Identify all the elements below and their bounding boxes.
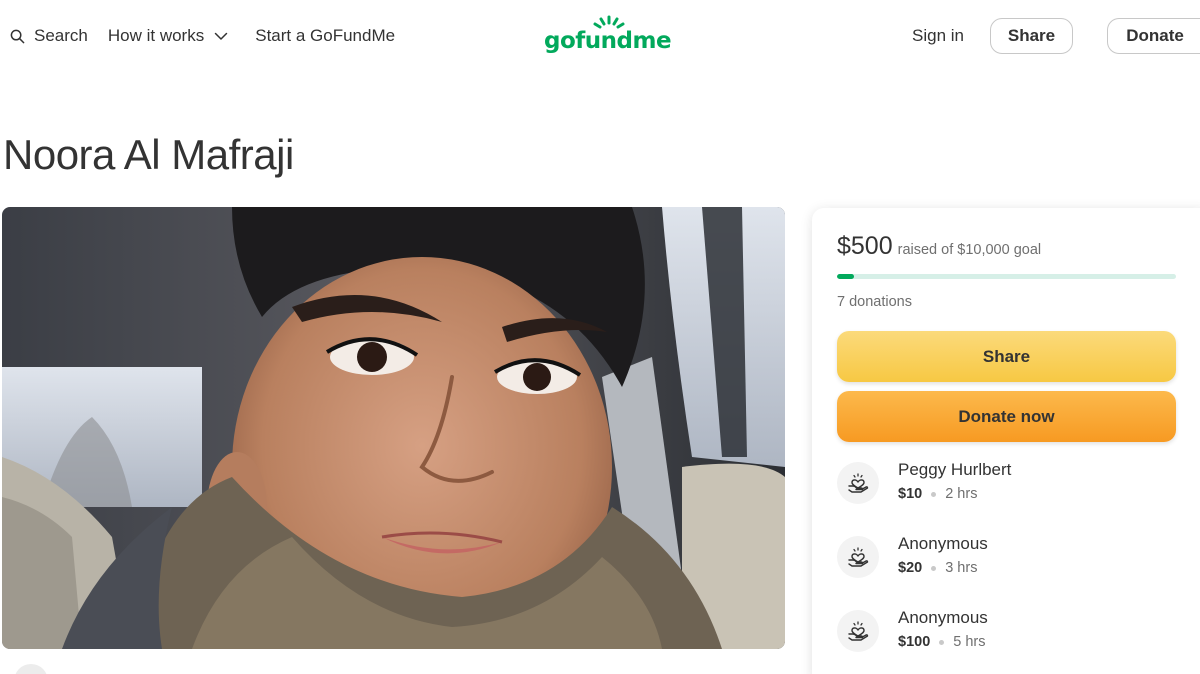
header-share-button[interactable]: Share xyxy=(990,18,1073,54)
progress-bar xyxy=(837,274,1176,279)
separator-dot xyxy=(931,491,937,497)
search-label: Search xyxy=(34,26,88,45)
donor-amount: $10 xyxy=(898,486,923,502)
page-title: Noora Al Mafraji xyxy=(3,131,294,178)
donor-avatar xyxy=(837,462,879,504)
campaign-photo[interactable] xyxy=(2,207,785,649)
donor-meta: $20 3 hrs xyxy=(898,560,977,576)
raised-summary: $500 raised of $10,000 goal xyxy=(837,232,1041,261)
header-nav-right: Sign in Share Donate xyxy=(912,18,1200,54)
donations-count: 7 donations xyxy=(837,294,912,310)
donor-amount: $100 xyxy=(898,634,931,650)
heart-hand-icon xyxy=(848,473,869,493)
header-nav-left: Search How it works Start a GoFundMe xyxy=(10,22,395,50)
donor-avatar xyxy=(837,610,879,652)
donor-name: Anonymous xyxy=(898,534,988,553)
raised-of-goal: raised of $10,000 goal xyxy=(897,242,1042,258)
donor-name: Peggy Hurlbert xyxy=(898,460,1012,479)
progress-bar-fill xyxy=(837,274,854,279)
donor-time: 3 hrs xyxy=(945,560,978,576)
chevron-down-icon xyxy=(214,32,228,40)
donation-item: Peggy Hurlbert $10 2 hrs xyxy=(837,460,1177,510)
heart-hand-icon xyxy=(848,547,869,567)
start-gofundme-label: Start a GoFundMe xyxy=(255,26,396,45)
donor-time: 5 hrs xyxy=(953,634,986,650)
top-header: Search How it works Start a GoFundMe gof… xyxy=(0,0,1200,72)
sign-in-link[interactable]: Sign in xyxy=(912,26,964,46)
donation-item: Anonymous $100 5 hrs xyxy=(837,608,1177,658)
raised-amount: $500 xyxy=(837,232,893,260)
search-icon xyxy=(10,29,25,43)
header-donate-button[interactable]: Donate xyxy=(1107,18,1200,54)
start-gofundme-link[interactable]: Start a GoFundMe xyxy=(255,26,395,46)
donor-meta: $10 2 hrs xyxy=(898,486,977,502)
donor-name: Anonymous xyxy=(898,608,988,627)
donor-avatar xyxy=(837,536,879,578)
gofundme-logo[interactable]: gofundme xyxy=(544,14,672,58)
donor-amount: $20 xyxy=(898,560,923,576)
campaign-photo-image xyxy=(2,207,785,649)
donor-time: 2 hrs xyxy=(945,486,978,502)
heart-hand-icon xyxy=(848,621,869,641)
search-link[interactable]: Search xyxy=(10,26,88,46)
how-it-works-label: How it works xyxy=(107,26,205,45)
how-it-works-menu[interactable]: How it works xyxy=(108,26,228,46)
donate-now-button[interactable]: Donate now xyxy=(837,391,1176,442)
separator-dot xyxy=(931,565,937,571)
donation-card: $500 raised of $10,000 goal 7 donations … xyxy=(812,208,1200,674)
donor-meta: $100 5 hrs xyxy=(898,634,986,650)
separator-dot xyxy=(939,639,945,645)
organizer-avatar xyxy=(14,664,48,674)
share-button[interactable]: Share xyxy=(837,331,1176,382)
donation-item: Anonymous $20 3 hrs xyxy=(837,534,1177,584)
logo-wordmark: gofundme xyxy=(544,28,672,54)
